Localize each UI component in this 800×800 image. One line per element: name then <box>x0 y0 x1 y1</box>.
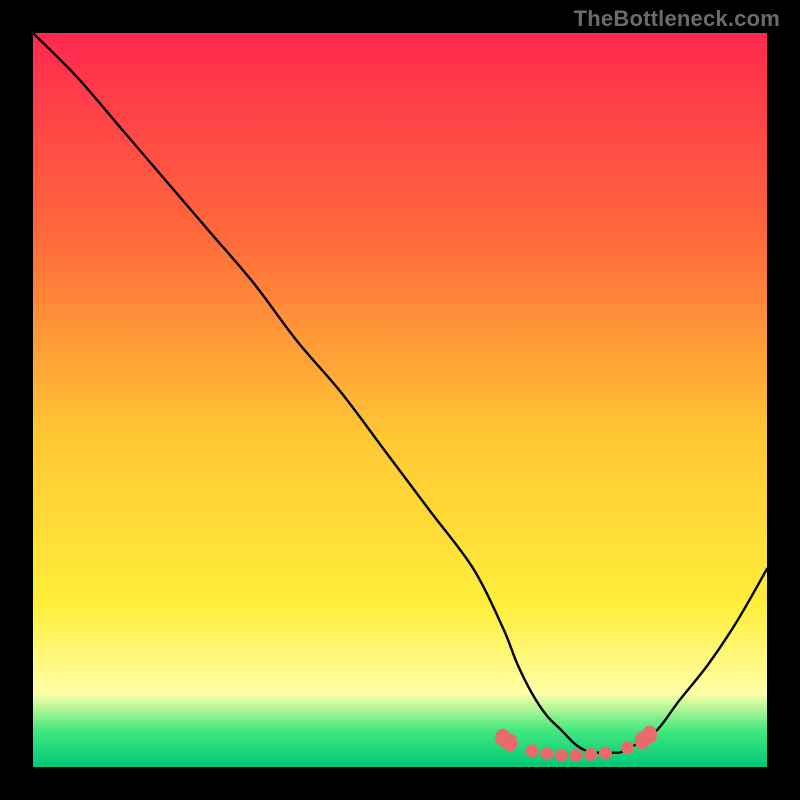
chart-frame: TheBottleneck.com <box>0 0 800 800</box>
optimal-dot <box>621 741 634 754</box>
optimal-dot <box>599 747 612 760</box>
optimal-dot <box>642 726 657 744</box>
optimal-dot <box>555 749 568 762</box>
optimal-dot <box>526 744 539 757</box>
gradient-background <box>33 33 767 767</box>
optimal-dot <box>584 748 597 761</box>
optimal-dot <box>540 747 553 760</box>
optimal-dot <box>570 749 583 762</box>
optimal-dot <box>503 734 518 752</box>
plot-area <box>33 33 767 767</box>
watermark-text: TheBottleneck.com <box>574 6 780 32</box>
bottleneck-chart-svg <box>33 33 767 767</box>
